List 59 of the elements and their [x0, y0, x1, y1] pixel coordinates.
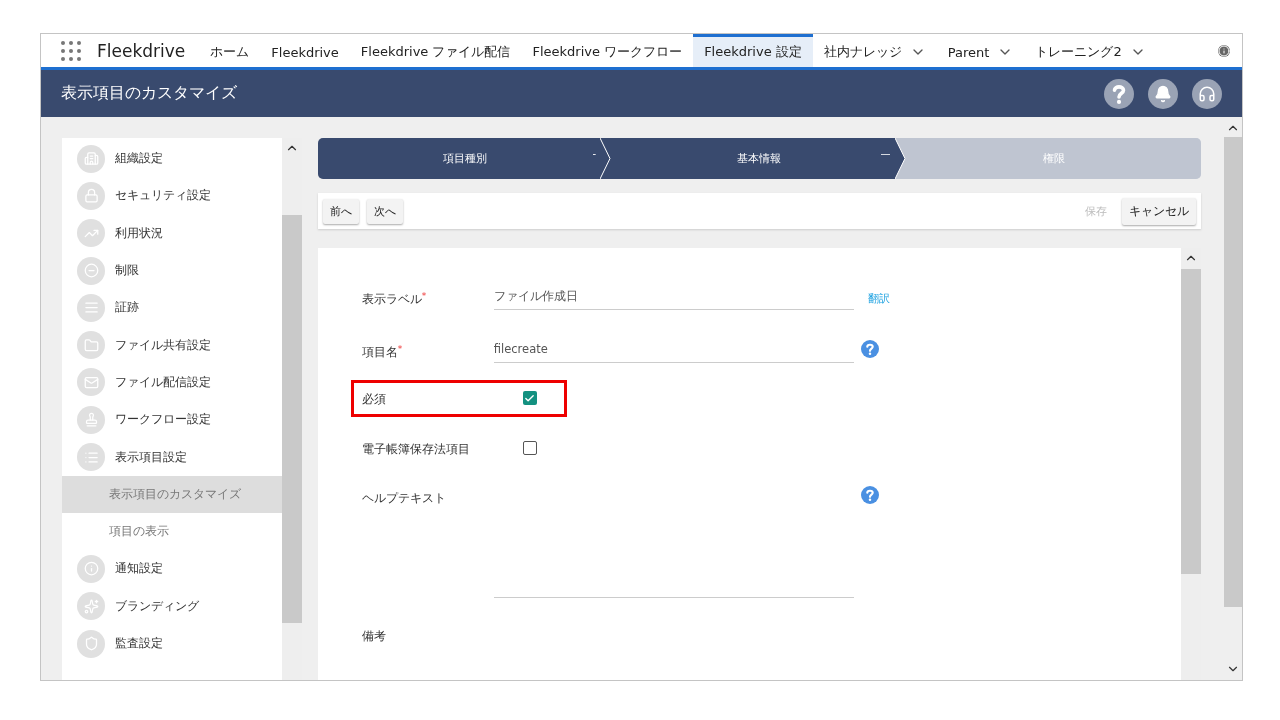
- sidebar-item[interactable]: 利用状況: [62, 214, 282, 252]
- step-chevron-icon: [600, 138, 613, 179]
- app-name: Fleekdrive: [97, 40, 186, 61]
- headset-icon[interactable]: [1192, 78, 1222, 109]
- scrollbar[interactable]: [1181, 248, 1201, 680]
- sidebar-item[interactable]: ファイル配信設定: [62, 363, 282, 402]
- shield-icon: [77, 629, 105, 658]
- field-label: 項目名*: [361, 344, 404, 361]
- sidebar-subitem[interactable]: 表示項目のカスタマイズ: [62, 475, 282, 513]
- sidebar-item[interactable]: 組織設定: [62, 140, 282, 178]
- bell-icon[interactable]: [1148, 78, 1178, 109]
- field-label: 必須: [361, 391, 387, 408]
- sidebar-item[interactable]: 表示項目設定: [62, 438, 282, 476]
- nav-tab[interactable]: 社内ナレッジ: [812, 34, 937, 67]
- sidebar-item[interactable]: 証跡: [62, 289, 282, 327]
- nav-tab[interactable]: トレーニング2: [1024, 34, 1157, 67]
- checkbox[interactable]: [522, 441, 537, 455]
- toolbar-button[interactable]: 前へ: [322, 198, 359, 224]
- info-icon: [77, 554, 105, 583]
- sidebar-item[interactable]: 通知設定: [62, 550, 282, 588]
- lines-icon: [77, 293, 105, 322]
- toolbar-button[interactable]: キャンセル: [1122, 197, 1196, 225]
- checkbox[interactable]: [522, 391, 537, 405]
- envelope-icon: [77, 368, 105, 397]
- nav-tab[interactable]: Fleekdrive 設定: [693, 34, 813, 67]
- nav-tab[interactable]: Fleekdrive: [260, 34, 350, 67]
- progress-step: 項目種別 -: [317, 138, 613, 179]
- sidebar-item[interactable]: ファイル共有設定: [62, 326, 282, 364]
- toolbar-button[interactable]: 次へ: [366, 198, 403, 224]
- sidebar-item[interactable]: 制限: [62, 251, 282, 290]
- lock-icon: [77, 181, 105, 210]
- sidebar-item[interactable]: セキュリティ設定: [62, 177, 282, 215]
- nav-tab[interactable]: Fleekdrive ワークフロー: [521, 34, 694, 67]
- page-title: 表示項目のカスタマイズ: [61, 83, 238, 104]
- text-field[interactable]: filecreate: [493, 342, 854, 363]
- sidebar-subitem[interactable]: 項目の表示: [62, 512, 282, 551]
- field-label: ヘルプテキスト: [361, 490, 447, 507]
- minus-circle-icon: [77, 256, 105, 285]
- progress-step: 基本情報 —: [612, 138, 907, 179]
- field-label: 備考: [361, 628, 387, 645]
- nav-tab[interactable]: ホーム: [199, 34, 261, 67]
- sidebar-item[interactable]: ワークフロー設定: [62, 401, 282, 439]
- progress-step: 権限: [906, 138, 1201, 179]
- list-icon: [77, 443, 105, 471]
- field-label: 電子帳簿保存法項目: [361, 441, 471, 458]
- app-launcher-icon[interactable]: [61, 40, 81, 61]
- info-icon[interactable]: [1218, 44, 1230, 57]
- folder-icon: [77, 331, 105, 360]
- nav-tab[interactable]: Fleekdrive ファイル配信: [349, 34, 522, 67]
- stamp-icon: [77, 405, 105, 434]
- building-icon: [77, 144, 105, 173]
- sparkle-icon: [77, 592, 105, 621]
- help-icon[interactable]: [1104, 78, 1134, 109]
- field-label: 表示ラベル*: [361, 291, 428, 308]
- text-field[interactable]: ファイル作成日: [493, 289, 854, 310]
- scrollbar[interactable]: [281, 138, 302, 680]
- nav-tab[interactable]: Parent: [936, 34, 1025, 67]
- sidebar-item[interactable]: ブランディング: [62, 587, 282, 625]
- sidebar-item[interactable]: 監査設定: [62, 624, 282, 663]
